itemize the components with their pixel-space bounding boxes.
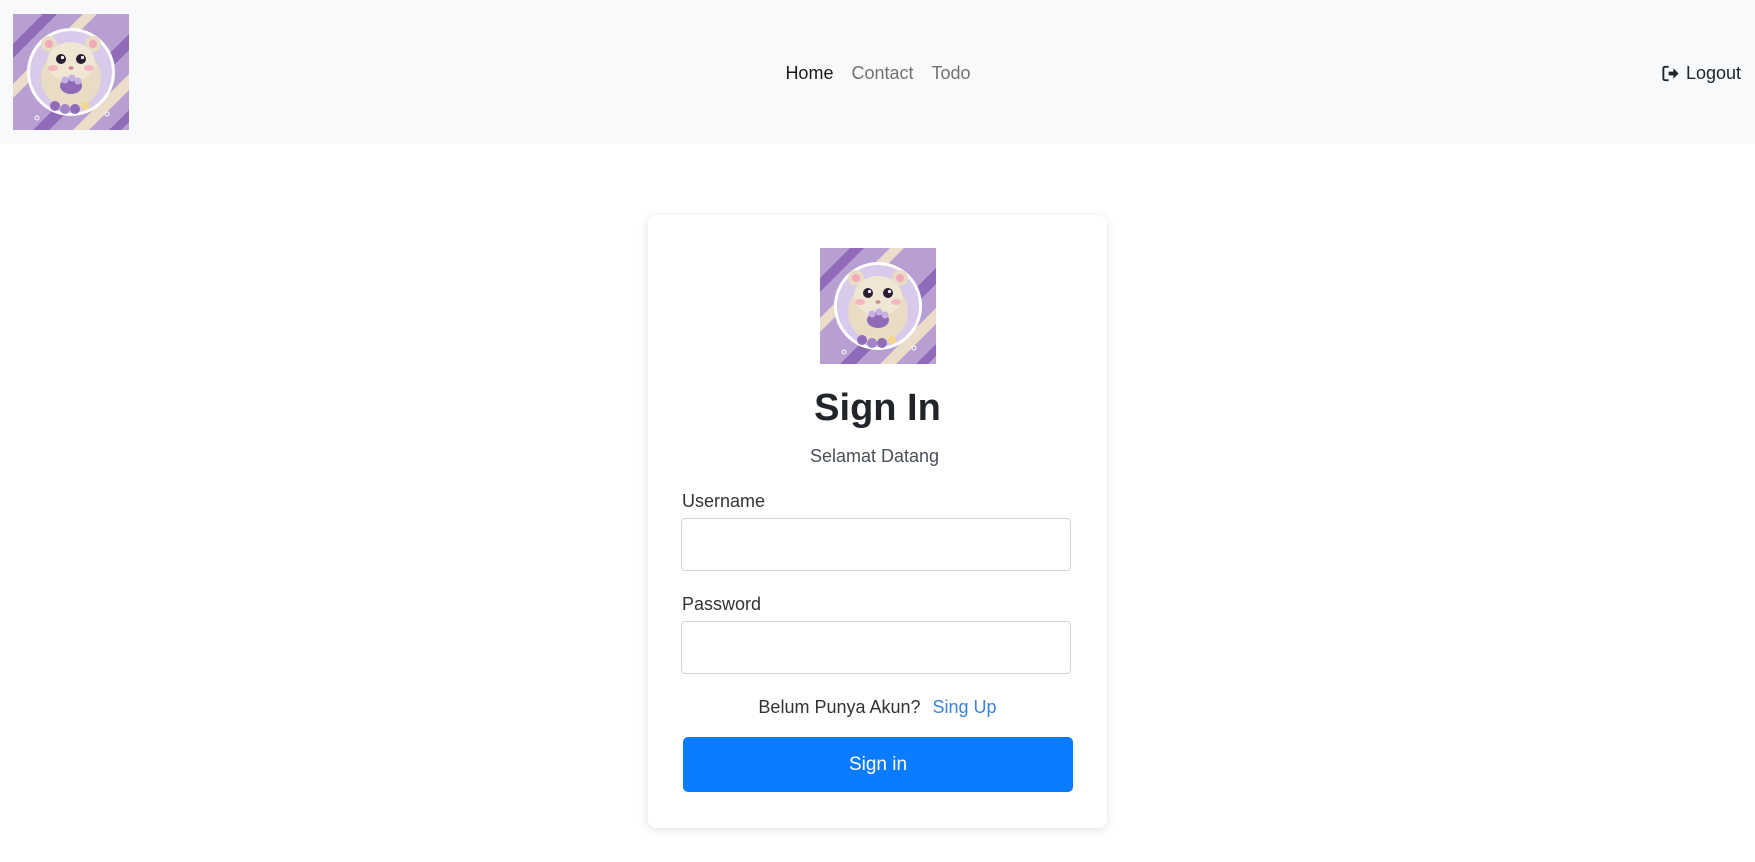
logout-button[interactable]: Logout — [1661, 60, 1741, 86]
top-navbar: Home Contact Todo Logout — [0, 0, 1755, 144]
nav-link-contact[interactable]: Contact — [851, 60, 913, 86]
sign-in-card: Sign In Selamat Datang Username Password… — [648, 215, 1107, 828]
username-input[interactable] — [681, 518, 1071, 571]
hamster-avatar-image — [820, 248, 936, 364]
password-input[interactable] — [681, 621, 1071, 674]
password-label: Password — [682, 594, 762, 614]
signup-row: Belum Punya Akun? Sing Up — [648, 694, 1107, 720]
username-label: Username — [682, 491, 766, 511]
sign-out-icon — [1662, 65, 1679, 81]
nav-link-todo[interactable]: Todo — [932, 60, 971, 86]
sign-in-title: Sign In — [814, 387, 941, 429]
signup-prompt: Belum Punya Akun? — [758, 697, 921, 717]
welcome-subtitle: Selamat Datang — [809, 446, 940, 466]
logout-label: Logout — [1685, 63, 1741, 83]
signup-link[interactable]: Sing Up — [933, 697, 997, 717]
nav-link-home[interactable]: Home — [785, 60, 833, 86]
sign-in-button[interactable]: Sign in — [683, 737, 1073, 792]
nav-links: Home Contact Todo — [0, 60, 1755, 86]
